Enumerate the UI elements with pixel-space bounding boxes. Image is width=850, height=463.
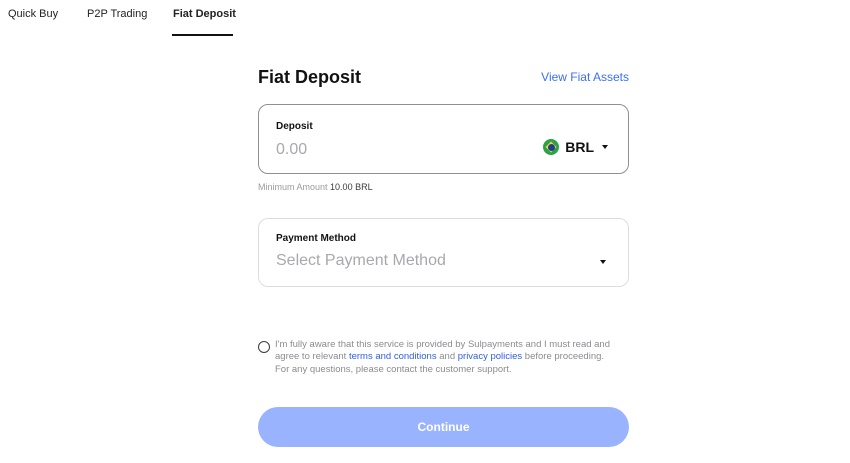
tab-p2p-trading[interactable]: P2P Trading — [87, 8, 147, 20]
minimum-amount-label: Minimum Amount — [258, 182, 328, 192]
continue-button[interactable]: Continue — [258, 407, 629, 447]
caret-down-icon — [600, 260, 606, 264]
consent-radio[interactable] — [258, 341, 270, 353]
terms-and-conditions-link[interactable]: terms and conditions — [349, 351, 437, 362]
consent-text-middle: and — [436, 351, 458, 363]
payment-method-select[interactable]: Select Payment Method — [276, 252, 576, 270]
payment-method-card[interactable]: Payment Method Select Payment Method — [258, 218, 629, 287]
currency-code: BRL — [565, 139, 594, 155]
tab-quick-buy[interactable]: Quick Buy — [8, 8, 58, 20]
minimum-amount-note: Minimum Amount 10.00 BRL — [258, 182, 373, 192]
top-tabs: Quick Buy P2P Trading Fiat Deposit — [0, 0, 850, 38]
consent-text: I'm fully aware that this service is pro… — [275, 339, 615, 376]
tab-fiat-deposit[interactable]: Fiat Deposit — [173, 8, 236, 20]
deposit-amount-input[interactable] — [276, 139, 496, 161]
page-title: Fiat Deposit — [258, 67, 362, 87]
privacy-policies-link[interactable]: privacy policies — [458, 351, 522, 362]
active-tab-indicator — [172, 34, 233, 36]
payment-method-label: Payment Method — [276, 233, 357, 244]
minimum-amount-value: 10.00 BRL — [330, 182, 373, 192]
brazil-flag-icon — [543, 139, 560, 155]
view-fiat-assets-link[interactable]: View Fiat Assets — [541, 70, 629, 84]
caret-down-icon — [602, 145, 608, 149]
deposit-amount-card: Deposit BRL — [258, 104, 629, 174]
currency-selector[interactable]: BRL — [543, 139, 608, 155]
deposit-label: Deposit — [276, 121, 313, 132]
